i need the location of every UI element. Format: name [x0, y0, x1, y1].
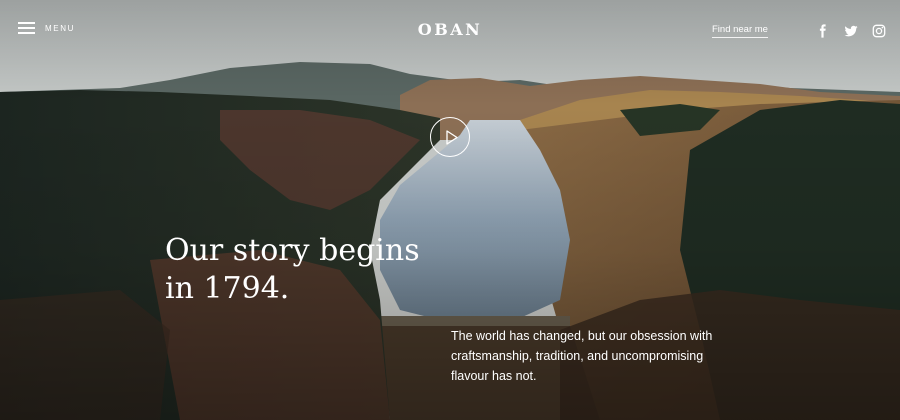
hero-tagline: The world has changed, but our obsession…: [451, 329, 713, 383]
find-near-me-link[interactable]: Find near me: [712, 24, 768, 38]
headline-line-2: in 1794.: [165, 271, 290, 306]
play-icon: [446, 130, 458, 145]
hero-section: MENU OBAN Find near me Our story begins …: [0, 0, 900, 420]
hero-background-image: [0, 0, 900, 420]
twitter-icon[interactable]: [844, 24, 858, 38]
site-header: MENU OBAN Find near me: [0, 0, 900, 60]
instagram-icon[interactable]: [872, 24, 886, 38]
play-video-button[interactable]: [430, 117, 470, 157]
headline-line-1: Our story begins: [165, 233, 420, 268]
facebook-icon[interactable]: [816, 24, 830, 38]
hero-headline: Our story begins in 1794.: [165, 232, 445, 308]
